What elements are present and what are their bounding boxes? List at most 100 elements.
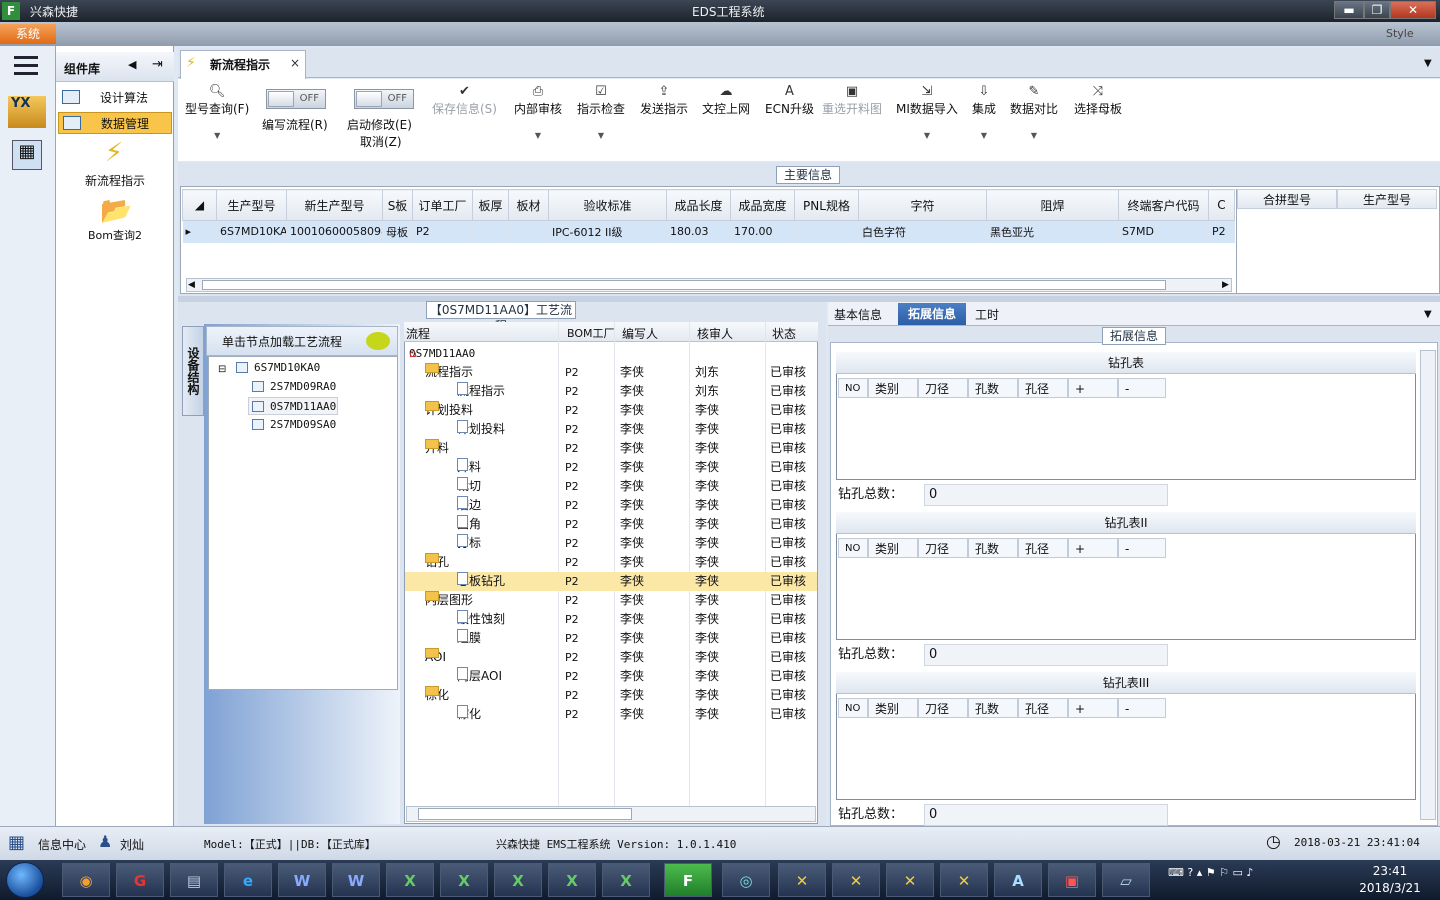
drill-column-header[interactable]: 类别 [868,378,918,398]
process-row[interactable]: 内层图形 P2 李侠 李侠 已审核 [405,591,817,610]
taskbar-save-icon[interactable]: ▤ [170,863,218,897]
system-menu-button[interactable]: 系统 [0,24,56,44]
process-row[interactable]: AOI P2 李侠 李侠 已审核 [405,648,817,667]
info-center-link[interactable]: 信息中心 [38,836,86,853]
windows-grid-icon[interactable]: ▦ [8,832,25,853]
process-row[interactable]: 磨边 P2 李侠 李侠 已审核 [405,496,817,515]
grid-column-header[interactable]: PNL规格 [794,189,859,221]
drill-column-header[interactable]: - [1118,538,1166,558]
process-row[interactable]: 酸性蚀刻 P2 李侠 李侠 已审核 [405,610,817,629]
type-query-button[interactable]: 🔍︎ 型号查询(F) ▼ [185,84,249,140]
taskbar-excel-window-icon[interactable]: ✕ [886,863,934,897]
grid-column-header[interactable]: 成品长度 [666,189,731,221]
sidebar-item-design-algorithm[interactable]: 设计算法 [58,87,172,109]
tree-node-selected[interactable]: 0S7MD11AA0 [248,397,338,415]
sidebar-item-data-management[interactable]: 数据管理 [58,112,172,134]
start-button-icon[interactable] [6,862,44,898]
tab-dropdown-icon[interactable]: ▼ [1424,58,1432,69]
drill-column-header[interactable]: 类别 [868,698,918,718]
table-cell[interactable]: S7MD [1118,220,1209,243]
grid-column-header[interactable]: C [1208,189,1235,221]
edit-flow-toggle[interactable]: OFF [266,89,326,109]
tree-collapse-icon[interactable]: ⊟ [218,364,226,375]
send-instruction-button[interactable]: ⇪ 发送指示 [640,84,688,117]
drill-column-header[interactable]: + [1068,378,1118,398]
close-button[interactable]: ✕ [1390,1,1436,19]
process-row[interactable]: 开料 P2 李侠 李侠 已审核 [405,458,817,477]
yx-factory-icon[interactable]: YX [8,96,46,128]
ecn-upgrade-button[interactable]: A ECN升级 [765,84,814,117]
process-row[interactable]: 退膜 P2 李侠 李侠 已审核 [405,629,817,648]
style-label[interactable]: Style [1386,27,1414,40]
process-row[interactable]: 计划投料 P2 李侠 李侠 已审核 [405,420,817,439]
drill-column-header[interactable]: 孔径 [1018,698,1068,718]
process-row[interactable]: 内层AOI P2 李侠 李侠 已审核 [405,667,817,686]
instruction-check-button[interactable]: ☑ 指示检查 ▼ [577,84,625,140]
table-cell[interactable]: 180.03 [666,220,731,243]
scrollbar-thumb[interactable] [418,808,632,820]
taskbar-ie-icon[interactable]: e [224,863,272,897]
collapse-arrow-icon[interactable]: ◀ [128,58,136,71]
grid-column-header[interactable]: 字符 [858,189,987,221]
pin-panel-icon[interactable]: ⇥ [152,57,163,72]
drill-column-header[interactable]: NO [838,378,868,398]
save-info-button[interactable]: ✔ 保存信息(S) [432,84,497,117]
drill-column-header[interactable]: - [1118,698,1166,718]
table-cell[interactable]: 170.00 [730,220,795,243]
taskbar-shell-icon[interactable]: ◉ [62,863,110,897]
drill-column-header[interactable]: - [1118,378,1166,398]
taskbar-excel-window-icon[interactable]: ✕ [778,863,826,897]
integration-button[interactable]: ⇩ 集成 ▼ [972,84,996,140]
table-cell[interactable] [794,220,859,243]
drill-total-field[interactable]: 0 [924,644,1168,666]
drill-column-header[interactable]: + [1068,538,1118,558]
taskbar-excel-window-icon[interactable]: ✕ [940,863,988,897]
table-cell[interactable]: P2 [1208,220,1235,243]
table-row[interactable]: ▸6S7MD10KA010010600058098母板P2IPC-6012 II… [182,220,1235,243]
taskbar-g-icon[interactable]: G [116,863,164,897]
drill-total-field[interactable]: 0 [924,804,1168,826]
process-row[interactable]: 计划投料 P2 李侠 李侠 已审核 [405,401,817,420]
internal-review-button[interactable]: ⎙ 内部审核 ▼ [514,84,562,140]
grid-column-header[interactable]: 成品宽度 [730,189,795,221]
process-row[interactable]: 流程指示 P2 李侠 刘东 已审核 [405,382,817,401]
tab-close-icon[interactable]: × [290,56,300,70]
taskbar-eds-app-icon[interactable]: F [664,863,712,897]
drill-column-header[interactable]: 孔径 [1018,538,1068,558]
taskbar-text-editor-icon[interactable]: A [994,863,1042,897]
process-row[interactable]: ⌂ 0S7MD11AA0 [405,344,817,363]
process-row[interactable]: 棕化 P2 李侠 李侠 已审核 [405,705,817,724]
table-cell[interactable]: 10010600058098 [286,220,383,243]
drill-total-field[interactable]: 0 [924,484,1168,506]
lightning-icon[interactable]: ⚡ [100,138,128,168]
taskbar-excel-window-icon[interactable]: ✕ [832,863,880,897]
detail-vertical-scrollbar[interactable] [1420,350,1436,820]
process-row[interactable]: 圆角 P2 李侠 李侠 已审核 [405,515,817,534]
drill-column-header[interactable]: 孔数 [968,538,1018,558]
table-cell[interactable] [472,220,509,243]
taskbar-pdf-icon[interactable]: ▣ [1048,863,1096,897]
tab-extended-info[interactable]: 拓展信息 [898,303,966,325]
process-row[interactable]: 开料 P2 李侠 李侠 已审核 [405,439,817,458]
cancel-modify-label[interactable]: 取消(Z) [360,133,402,150]
table-cell[interactable]: 母板 [382,220,413,243]
taskbar-excel-icon[interactable]: X [602,863,650,897]
mi-import-button[interactable]: ⇲ MI数据导入 ▼ [896,84,958,140]
data-compare-button[interactable]: ✎ 数据对比 ▼ [1010,84,1058,140]
tree-node[interactable]: 2S7MD09SA0 [252,416,336,434]
minimize-button[interactable]: ▬ [1334,1,1364,19]
col-header-flow[interactable]: 流程 [406,325,430,342]
grid-column-header[interactable]: 生产型号 [216,189,287,221]
grid-column-header[interactable]: 阻焊 [986,189,1119,221]
drill-column-header[interactable]: NO [838,698,868,718]
grid-column-header[interactable]: 板材 [508,189,549,221]
col-header-bom-factory[interactable]: BOM工厂 [567,325,615,341]
taskbar-eye-icon[interactable]: ◎ [722,863,770,897]
tab-basic-info[interactable]: 基本信息 [834,306,882,323]
taskbar-excel-icon[interactable]: X [494,863,542,897]
drill-column-header[interactable]: 刀径 [918,538,968,558]
drill-column-header[interactable]: NO [838,538,868,558]
merge-column-header[interactable]: 生产型号 [1337,189,1437,209]
process-row[interactable]: 钻孔 P2 李侠 李侠 已审核 [405,553,817,572]
col-header-reviewer[interactable]: 核审人 [697,325,733,342]
